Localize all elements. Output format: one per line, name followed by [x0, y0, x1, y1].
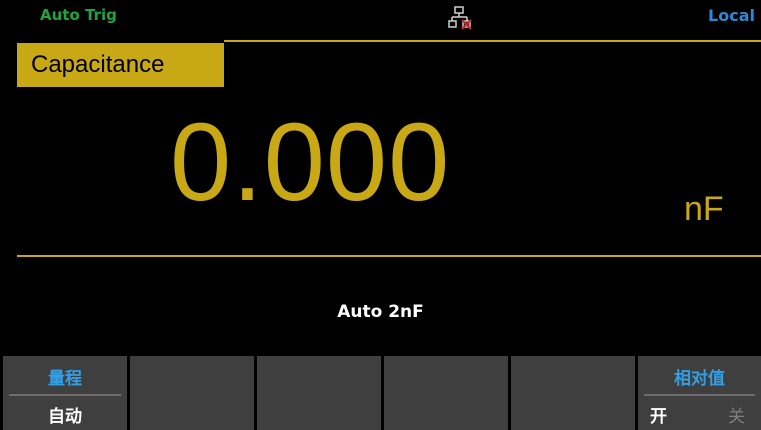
middle-divider [17, 255, 761, 257]
softkey-5[interactable] [511, 356, 635, 430]
measurement-function-label: Capacitance [17, 43, 224, 87]
softkey-4[interactable] [384, 356, 508, 430]
remote-state: Local [708, 6, 755, 25]
softkey-2[interactable] [130, 356, 254, 430]
softkey-bar: 量程 自动 相对值 开 关 [0, 356, 761, 430]
relative-softkey-title: 相对值 [674, 369, 725, 389]
relative-off-option: 关 [728, 407, 745, 427]
relative-softkey[interactable]: 相对值 开 关 [638, 356, 761, 430]
trigger-mode: Auto Trig [40, 6, 117, 24]
softkey-3[interactable] [257, 356, 381, 430]
softkey-divider [9, 394, 121, 396]
softkey-divider [644, 394, 755, 396]
top-divider [224, 40, 761, 42]
measurement-value: 0.000 [170, 101, 451, 224]
range-softkey-title: 量程 [48, 369, 82, 389]
measurement-unit: nF [684, 190, 724, 228]
range-softkey-value: 自动 [48, 407, 82, 427]
range-softkey[interactable]: 量程 自动 [3, 356, 127, 430]
range-readout: Auto 2nF [337, 302, 424, 322]
network-disconnected-icon [448, 6, 472, 30]
status-bar: Auto Trig Local [0, 0, 761, 36]
relative-on-option: 开 [650, 407, 667, 427]
